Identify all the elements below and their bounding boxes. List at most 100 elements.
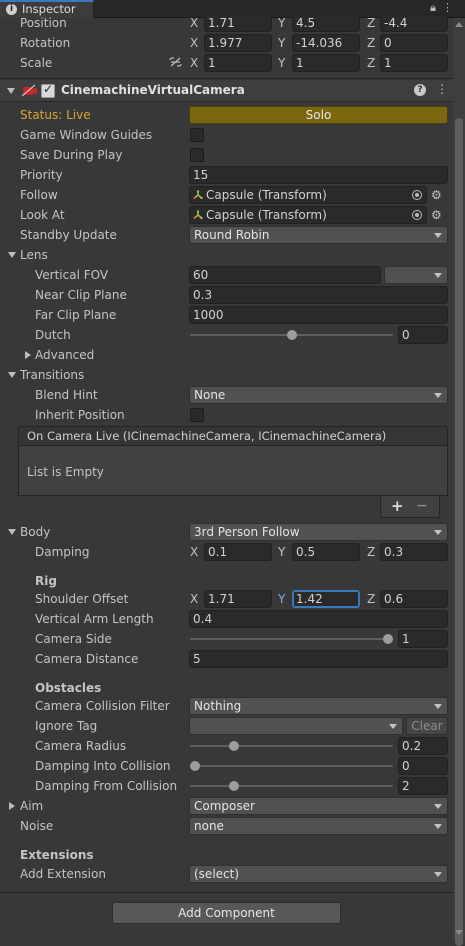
component-header[interactable]: ✓ CinemachineVirtualCamera ? ⋮: [0, 80, 453, 102]
damping-from-input[interactable]: 2: [398, 777, 448, 795]
scale-y[interactable]: 1: [292, 54, 360, 72]
position-x[interactable]: 1.71: [204, 14, 272, 32]
gear-icon[interactable]: ⚙: [431, 189, 442, 201]
advanced-foldout-icon[interactable]: [25, 351, 31, 359]
camera-radius-input[interactable]: 0.2: [398, 737, 448, 755]
vertical-arm-length-input[interactable]: 0.4: [189, 610, 448, 628]
add-component-button[interactable]: Add Component: [112, 902, 341, 924]
camera-side-slider-knob[interactable]: [383, 634, 393, 644]
transitions-foldout-icon[interactable]: [8, 372, 16, 378]
rotation-z[interactable]: 0: [380, 34, 448, 52]
damping-z[interactable]: 0.3: [380, 543, 448, 561]
damping-into-slider-knob[interactable]: [190, 761, 200, 771]
foldout-icon[interactable]: [7, 88, 15, 94]
solo-button[interactable]: Solo: [189, 106, 448, 124]
damping-into-slider[interactable]: [190, 765, 393, 767]
scroll-up-icon[interactable]: [455, 22, 463, 27]
lock-icon[interactable]: 🔒︎: [430, 1, 442, 14]
fov-preset-dropdown[interactable]: [384, 266, 448, 284]
look-at-label: Look At: [20, 208, 65, 222]
component-title: CinemachineVirtualCamera: [61, 83, 245, 97]
rotation-label: Rotation: [20, 36, 71, 50]
scroll-down-icon[interactable]: [455, 930, 463, 935]
dutch-label: Dutch: [35, 328, 71, 342]
collision-filter-label: Camera Collision Filter: [35, 699, 170, 713]
shoulder-z[interactable]: 0.6: [380, 590, 448, 608]
remove-icon[interactable]: −: [416, 498, 428, 514]
aim-foldout-icon[interactable]: [9, 802, 15, 810]
far-clip-label: Far Clip Plane: [35, 308, 117, 322]
camera-radius-slider[interactable]: [190, 745, 393, 747]
damping-x[interactable]: 0.1: [204, 543, 272, 561]
ignore-tag-dropdown[interactable]: [189, 717, 403, 735]
damping-from-slider-knob[interactable]: [228, 781, 239, 791]
body-foldout-icon[interactable]: [8, 529, 16, 535]
blend-hint-dropdown[interactable]: None: [189, 386, 448, 404]
standby-update-dropdown[interactable]: Round Robin: [189, 226, 448, 244]
camera-radius-slider-knob[interactable]: [228, 741, 239, 751]
advanced-label[interactable]: Advanced: [35, 345, 94, 365]
add-icon[interactable]: +: [391, 497, 404, 515]
near-clip-input[interactable]: 0.3: [189, 286, 448, 304]
scale-z[interactable]: 1: [380, 54, 448, 72]
collision-filter-dropdown[interactable]: Nothing: [189, 697, 448, 715]
link-icon[interactable]: [169, 57, 182, 68]
gear-icon[interactable]: ⚙: [431, 209, 442, 221]
priority-input[interactable]: 15: [189, 166, 448, 184]
more-icon[interactable]: ⋮: [442, 1, 459, 14]
camera-side-input[interactable]: 1: [398, 630, 448, 648]
axis-y: Y: [278, 592, 286, 606]
position-y[interactable]: 4.5: [292, 14, 360, 32]
aim-label[interactable]: Aim: [20, 796, 43, 816]
rotation-y[interactable]: -14.036: [292, 34, 360, 52]
dutch-slider-knob[interactable]: [286, 330, 297, 340]
enabled-checkbox[interactable]: ✓: [41, 82, 55, 98]
save-during-play-checkbox[interactable]: [190, 148, 204, 162]
look-at-field[interactable]: Capsule (Transform): [189, 206, 427, 224]
scrollbar-thumb[interactable]: [455, 118, 463, 946]
body-label[interactable]: Body: [20, 522, 50, 542]
chevron-down-icon: [389, 724, 397, 729]
inherit-position-label: Inherit Position: [35, 408, 125, 422]
damping-y[interactable]: 0.5: [292, 543, 360, 561]
follow-label: Follow: [20, 188, 58, 202]
blend-hint-value: None: [194, 388, 226, 402]
dutch-input[interactable]: 0: [398, 326, 448, 344]
inherit-position-checkbox[interactable]: [190, 408, 204, 422]
clear-button[interactable]: Clear: [406, 717, 448, 735]
rotation-x[interactable]: 1.977: [204, 34, 272, 52]
lens-label[interactable]: Lens: [20, 245, 48, 265]
position-z[interactable]: -4.4: [380, 14, 448, 32]
object-picker-icon[interactable]: [412, 190, 422, 200]
vertical-fov-input[interactable]: 60: [189, 266, 381, 284]
aim-dropdown[interactable]: Composer: [189, 797, 448, 815]
object-picker-icon[interactable]: [412, 210, 422, 220]
far-clip-input[interactable]: 1000: [189, 306, 448, 324]
camera-radius-label: Camera Radius: [35, 739, 127, 753]
body-dropdown[interactable]: 3rd Person Follow: [189, 523, 448, 541]
add-extension-dropdown[interactable]: (select): [189, 865, 448, 883]
axis-y: Y: [278, 36, 286, 50]
transitions-label[interactable]: Transitions: [20, 365, 84, 385]
camera-icon: [21, 84, 37, 97]
noise-value: none: [194, 819, 224, 833]
component-menu-icon[interactable]: ⋮: [436, 82, 448, 96]
scale-x[interactable]: 1: [204, 54, 272, 72]
camera-side-slider[interactable]: [190, 638, 393, 640]
help-icon[interactable]: ?: [414, 84, 426, 96]
shoulder-x[interactable]: 1.71: [204, 590, 272, 608]
lens-foldout-icon[interactable]: [8, 252, 16, 258]
scrollbar[interactable]: [453, 18, 465, 946]
camera-distance-input[interactable]: 5: [189, 650, 448, 668]
damping-label: Damping: [35, 545, 90, 559]
game-window-guides-checkbox[interactable]: [190, 128, 204, 142]
shoulder-y[interactable]: 1.42: [292, 590, 360, 608]
noise-dropdown[interactable]: none: [189, 817, 448, 835]
damping-from-slider[interactable]: [190, 785, 393, 787]
position-label: Position: [20, 16, 67, 30]
game-window-guides-label: Game Window Guides: [20, 128, 153, 142]
body-value: 3rd Person Follow: [194, 525, 300, 539]
damping-into-input[interactable]: 0: [398, 757, 448, 775]
follow-value: Capsule (Transform): [206, 188, 327, 202]
follow-field[interactable]: Capsule (Transform): [189, 186, 427, 204]
